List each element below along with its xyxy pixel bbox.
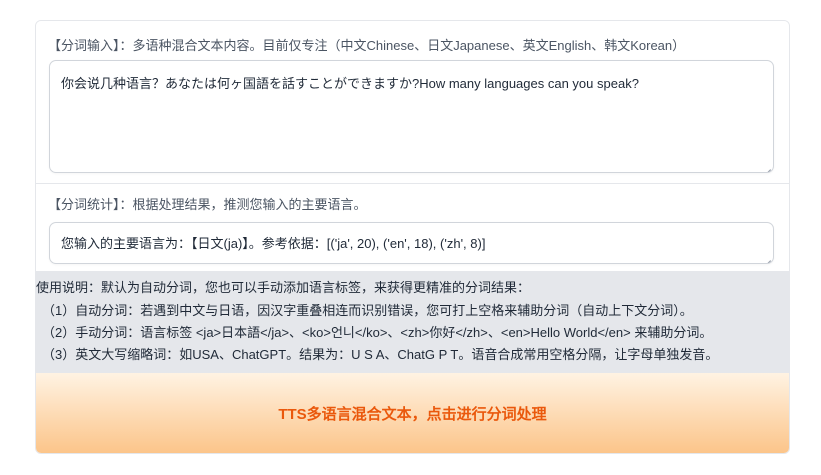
stats-text: 您输入的主要语言为：【日文(ja)】。参考依据：[('ja', 20), ('e… <box>61 236 486 251</box>
instructions-title: 使用说明：默认为自动分词，您也可以手动添加语言标签，来获得更精准的分词结果： <box>36 280 531 295</box>
tokenize-button[interactable]: TTS多语言混合文本，点击进行分词处理 <box>36 373 789 453</box>
input-textarea[interactable]: 你会说几种语言？あなたは何ヶ国語を話すことができますか?How many lan… <box>49 60 774 173</box>
instruction-item: （1）自动分词：若遇到中文与日语，因汉字重叠相连而识别错误，您可打上空格来辅助分… <box>42 303 693 318</box>
input-label: 【分词输入】：多语种混合文本内容。目前仅专注（中文Chinese、日文Japan… <box>48 38 686 53</box>
input-text: 你会说几种语言？あなたは何ヶ国語を話すことができますか?How many lan… <box>61 76 639 91</box>
resize-handle-icon[interactable] <box>762 161 771 170</box>
instructions: 使用说明：默认为自动分词，您也可以手动添加语言标签，来获得更精准的分词结果： （… <box>36 271 789 373</box>
input-block: 【分词输入】：多语种混合文本内容。目前仅专注（中文Chinese、日文Japan… <box>36 21 789 184</box>
stats-label: 【分词统计】：根据处理结果，推测您输入的主要语言。 <box>48 197 367 212</box>
stats-textarea[interactable]: 您输入的主要语言为：【日文(ja)】。参考依据：[('ja', 20), ('e… <box>49 222 774 264</box>
stats-block: 【分词统计】：根据处理结果，推测您输入的主要语言。 您输入的主要语言为：【日文(… <box>36 184 789 270</box>
resize-handle-icon[interactable] <box>762 252 771 261</box>
panel: 【分词输入】：多语种混合文本内容。目前仅专注（中文Chinese、日文Japan… <box>35 20 790 454</box>
instruction-item: （2）手动分词：语言标签 <ja>日本語</ja>、<ko>언니</ko>、<z… <box>42 325 713 340</box>
instruction-item: （3）英文大写缩略词：如USA、ChatGPT。结果为：U S A、ChatG … <box>42 347 719 362</box>
